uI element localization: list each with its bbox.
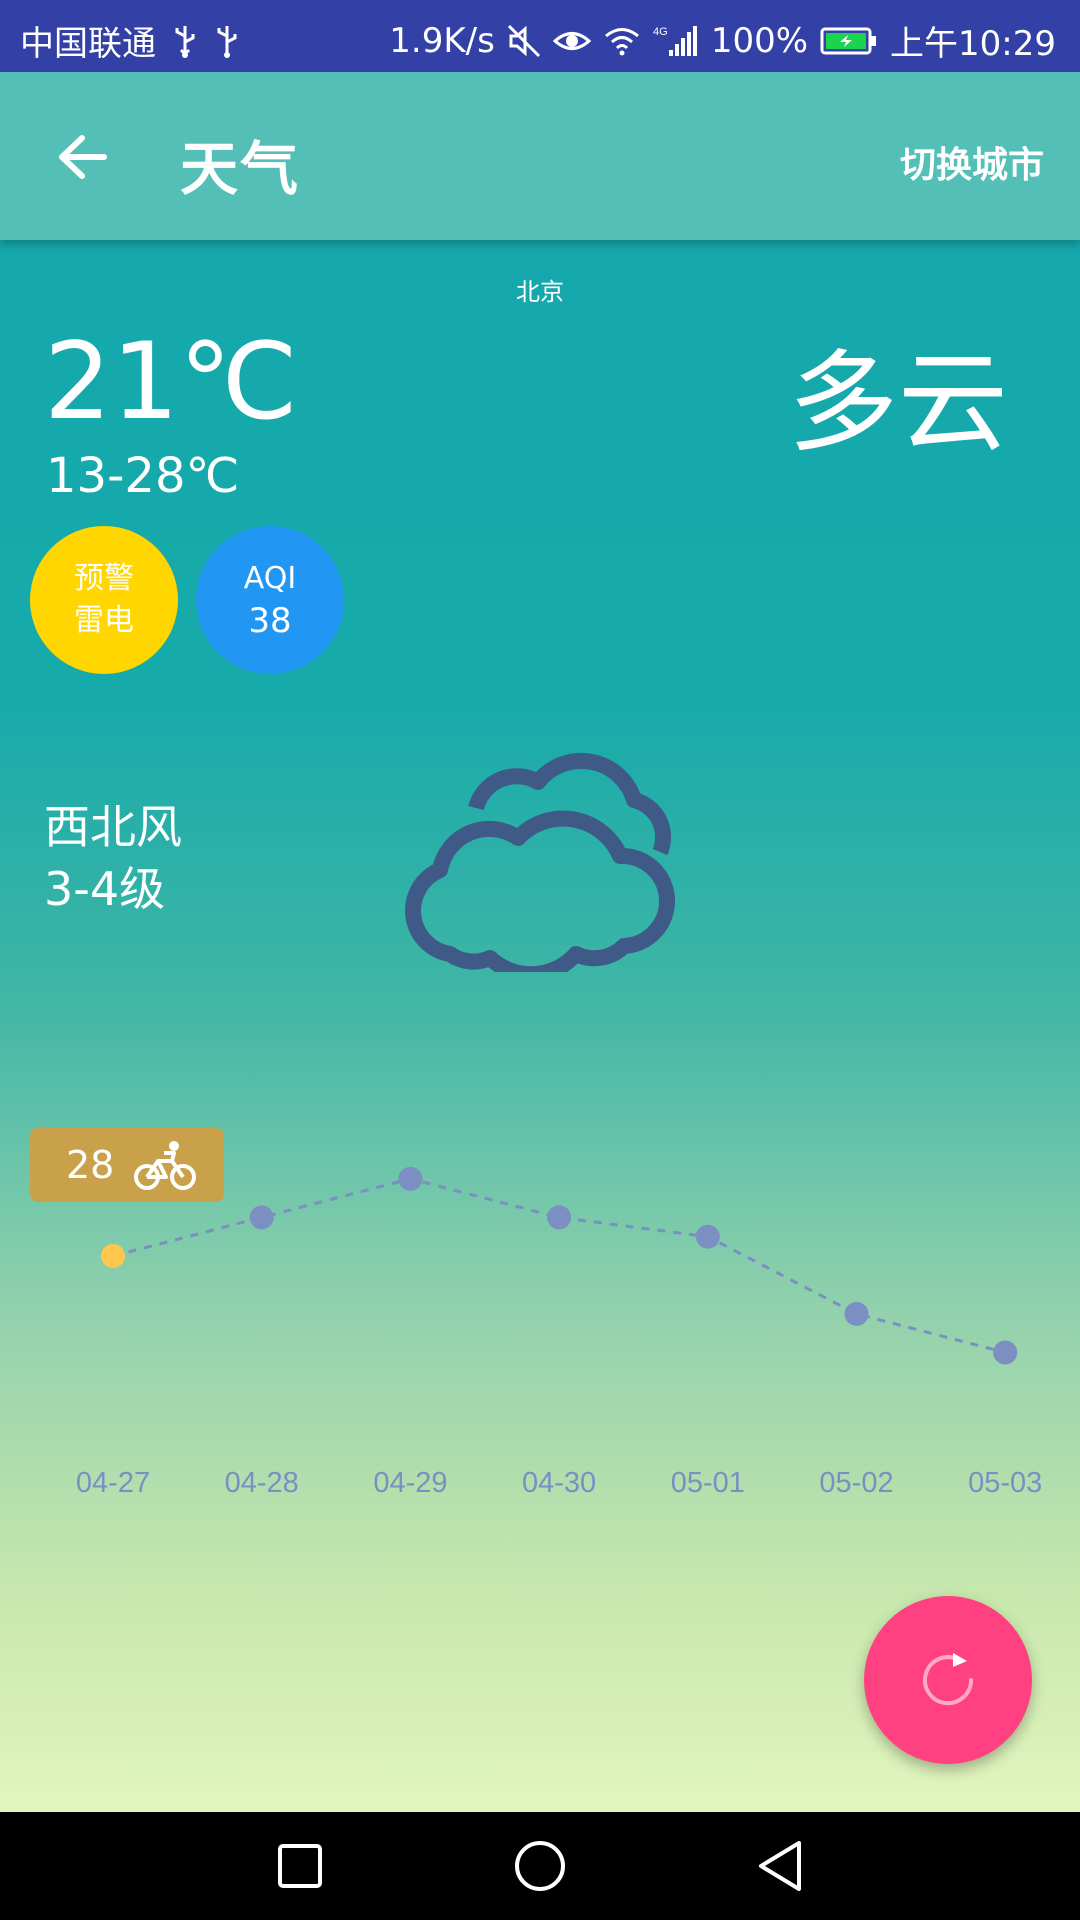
signal-icon: 4G <box>653 24 699 58</box>
aqi-badge[interactable]: AQI 38 <box>196 526 344 674</box>
system-nav-bar <box>0 1812 1080 1920</box>
forecast-point[interactable] <box>398 1166 423 1191</box>
current-temperature: 21℃ <box>44 320 298 443</box>
eye-icon <box>552 26 591 56</box>
mute-icon <box>507 24 541 58</box>
status-time: 上午10:29 <box>890 24 1056 64</box>
app-toolbar: 天气 切换城市 <box>0 72 1080 240</box>
forecast-point[interactable] <box>993 1340 1018 1365</box>
weather-screen: 中国联通 1.9K/s 4G 100% 上午10:29 天气 切换城市 北京 2… <box>0 0 1080 1920</box>
network-type-label: 4G <box>653 26 668 38</box>
warning-label: 预警 <box>74 561 134 596</box>
city-name: 北京 <box>516 278 564 306</box>
arrow-left-icon <box>59 135 107 179</box>
page-title: 天气 <box>180 135 301 203</box>
weather-condition: 多云 <box>788 339 1008 467</box>
aqi-label: AQI <box>243 561 297 596</box>
refresh-button[interactable] <box>864 1596 1032 1764</box>
forecast-date-label: 04-27 <box>76 1467 150 1499</box>
battery-icon <box>820 26 878 56</box>
forecast-date-label: 05-01 <box>671 1467 745 1499</box>
back-button[interactable] <box>50 124 116 190</box>
temperature-range: 13-28℃ <box>46 448 240 504</box>
wind-info: 西北风 3-4级 <box>44 796 182 920</box>
forecast-point[interactable] <box>547 1205 572 1230</box>
usb-icon <box>172 24 198 58</box>
forecast-date-label: 04-28 <box>225 1467 299 1499</box>
home-icon <box>515 1841 565 1891</box>
switch-city-button[interactable]: 切换城市 <box>900 136 1044 188</box>
recent-apps-icon <box>278 1844 322 1888</box>
back-icon <box>759 1841 801 1891</box>
forecast-point[interactable] <box>695 1224 720 1249</box>
wifi-icon <box>603 26 641 56</box>
forecast-date-label: 04-29 <box>373 1467 447 1499</box>
forecast-chart: 04-27 04-28 04-29 04-30 05-01 05-02 05-03 <box>76 1166 1042 1499</box>
wind-level: 3-4级 <box>44 862 166 916</box>
carrier-name: 中国联通 <box>20 24 156 64</box>
wind-direction: 西北风 <box>44 800 182 854</box>
cloudy-icon <box>398 740 680 983</box>
forecast-date-label: 05-02 <box>819 1467 893 1499</box>
warning-badge[interactable]: 预警 雷电 <box>30 526 178 674</box>
warning-type: 雷电 <box>74 603 134 638</box>
usb-icon <box>214 24 240 58</box>
forecast-date-label: 04-30 <box>522 1467 596 1499</box>
refresh-icon <box>923 1653 974 1706</box>
forecast-date-label: 05-03 <box>968 1467 1042 1499</box>
aqi-value: 38 <box>248 601 292 641</box>
forecast-point[interactable] <box>844 1301 869 1326</box>
forecast-point[interactable] <box>249 1205 274 1230</box>
status-bar: 中国联通 1.9K/s 4G 100% 上午10:29 <box>0 0 1080 72</box>
network-speed: 1.9K/s <box>389 20 495 61</box>
back-nav-button[interactable] <box>748 1834 812 1898</box>
recent-apps-button[interactable] <box>268 1834 332 1898</box>
battery-percent: 100% <box>710 20 809 61</box>
forecast-point[interactable] <box>101 1244 125 1268</box>
home-button[interactable] <box>508 1834 572 1898</box>
forecast-line <box>112 1177 1006 1354</box>
